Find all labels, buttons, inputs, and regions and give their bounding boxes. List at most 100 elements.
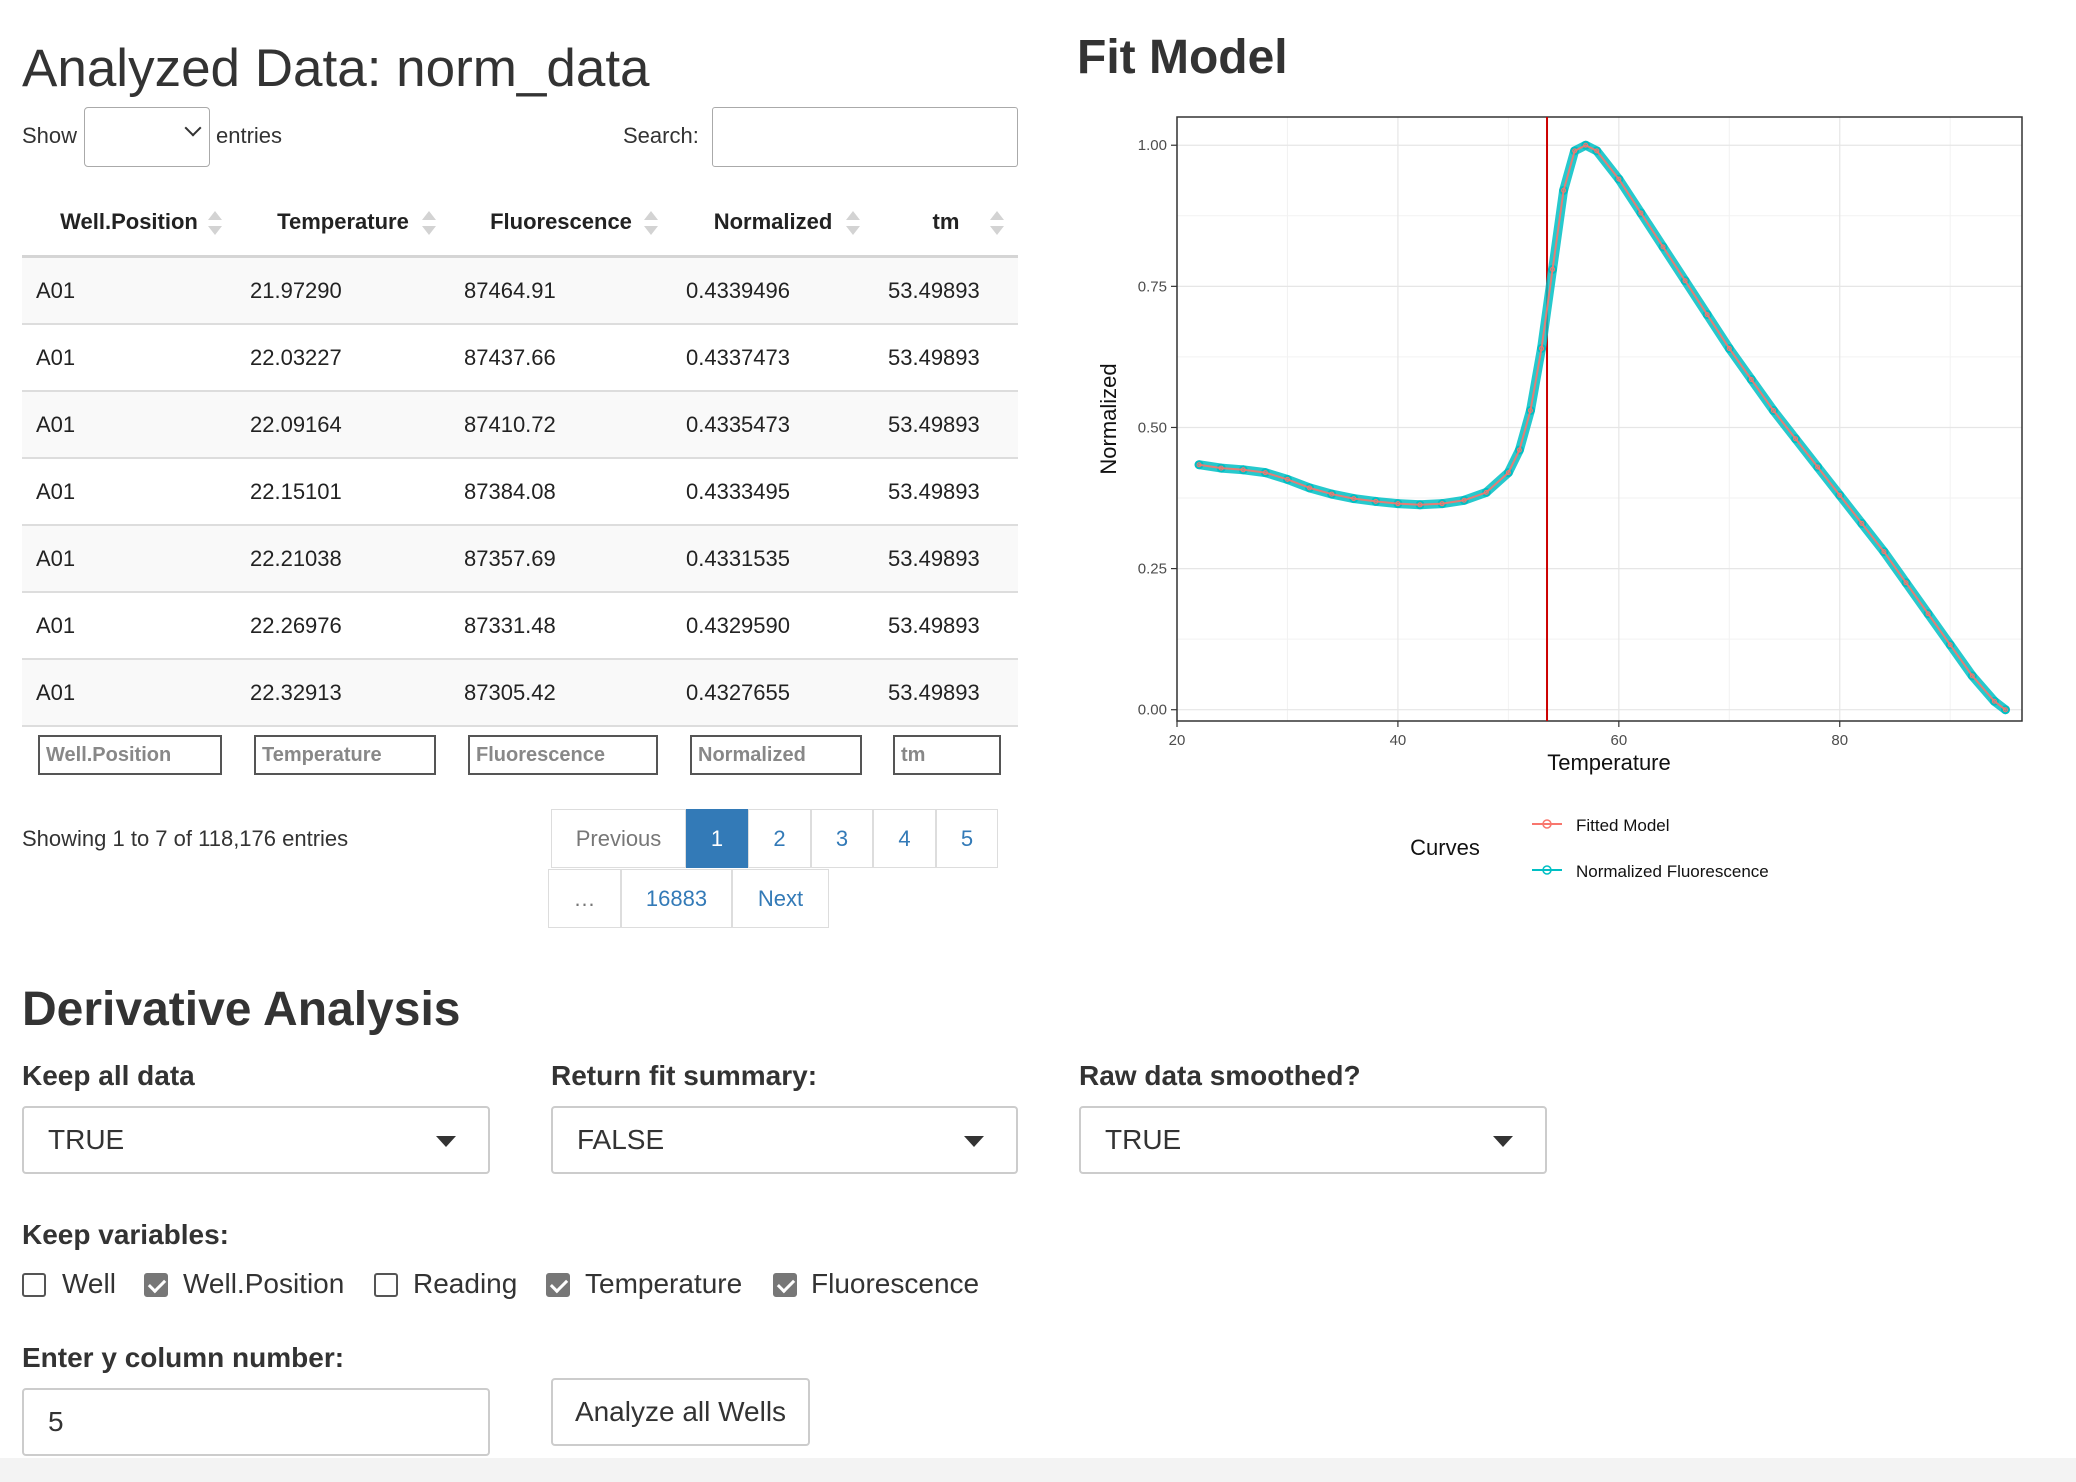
table-cell: 22.26976 <box>236 592 450 660</box>
table-cell: 21.97290 <box>236 256 450 325</box>
table-cell: 87410.72 <box>450 391 672 459</box>
x-tick-label: 20 <box>1169 732 1186 749</box>
y-column-input[interactable]: 5 <box>22 1388 490 1456</box>
table-cell: 0.4331535 <box>672 525 874 593</box>
checkbox-label-reading[interactable]: Reading <box>413 1268 517 1300</box>
plot-panel-border <box>1176 116 2023 722</box>
caret-down-icon <box>1493 1136 1513 1147</box>
y-tick-label: 0.25 <box>1138 561 1167 578</box>
keep-all-label: Keep all data <box>22 1060 195 1091</box>
checkbox-temperature[interactable] <box>546 1273 570 1297</box>
show-label: Show <box>22 123 78 148</box>
filter-input-temperature[interactable]: Temperature <box>254 735 436 775</box>
sort-icon <box>422 211 436 235</box>
column-header-label: Well.Position <box>60 209 198 234</box>
table-cell: 53.49893 <box>874 256 1018 325</box>
table-row[interactable]: A01 21.97290 87464.91 0.4339496 53.49893 <box>22 256 1018 325</box>
table-row[interactable]: A01 22.03227 87437.66 0.4337473 53.49893 <box>22 324 1018 392</box>
filter-input-fluorescence[interactable]: Fluorescence <box>468 735 658 775</box>
table-row[interactable]: A01 22.32913 87305.42 0.4327655 53.49893 <box>22 659 1018 727</box>
x-tick-label: 80 <box>1831 732 1848 749</box>
column-header-label: tm <box>932 209 960 234</box>
table-cell: 87305.42 <box>450 659 672 727</box>
sort-icon <box>846 211 860 235</box>
table-cell: 0.4335473 <box>672 391 874 459</box>
y-tick-label: 0.50 <box>1138 419 1167 436</box>
table-cell: 87357.69 <box>450 525 672 593</box>
filter-input-normalized[interactable]: Normalized <box>690 735 862 775</box>
column-header-temperature[interactable]: Temperature <box>236 189 450 258</box>
checkbox-label-well[interactable]: Well <box>62 1268 116 1300</box>
filter-input-well-position[interactable]: Well.Position <box>38 735 222 775</box>
legend-label-fitted-model: Fitted Model <box>1576 816 1670 835</box>
table-cell: 0.4327655 <box>672 659 874 727</box>
table-row[interactable]: A01 22.09164 87410.72 0.4335473 53.49893 <box>22 391 1018 459</box>
pagination-previous[interactable]: Previous <box>551 809 686 868</box>
column-header-label: Temperature <box>277 209 409 234</box>
keep-all-select[interactable]: TRUE <box>22 1106 490 1174</box>
fit-summary-label: Return fit summary: <box>551 1060 818 1091</box>
table-cell: 0.4339496 <box>672 256 874 325</box>
keep-variables-label: Keep variables: <box>22 1219 229 1250</box>
chart-grid <box>1176 117 2022 721</box>
fit-summary-select-value: FALSE <box>577 1124 665 1155</box>
table-cell: 22.32913 <box>236 659 450 727</box>
checkbox-label-fluorescence[interactable]: Fluorescence <box>811 1268 979 1300</box>
table-cell: 53.49893 <box>874 525 1018 593</box>
entries-select[interactable] <box>84 107 210 167</box>
pagination-page-1[interactable]: 1 <box>686 809 748 868</box>
y-tick-label: 1.00 <box>1138 137 1167 154</box>
data-table: Well.Position Temperature Fluorescence N… <box>22 189 1018 727</box>
checkbox-label-well-position[interactable]: Well.Position <box>183 1268 344 1300</box>
column-header-tm[interactable]: tm <box>874 189 1018 258</box>
column-header-label: Fluorescence <box>490 209 632 234</box>
sort-icon <box>208 211 222 235</box>
table-cell: 53.49893 <box>874 324 1018 392</box>
column-header-normalized[interactable]: Normalized <box>672 189 874 258</box>
smoothed-label: Raw data smoothed? <box>1079 1060 1361 1091</box>
y-column-label: Enter y column number: <box>22 1342 345 1373</box>
chart-ticks: 20 40 60 80 0.00 0.25 0.50 0.75 1.00 <box>1138 137 1848 749</box>
search-input[interactable] <box>712 107 1018 167</box>
analyze-all-wells-button[interactable]: Analyze all Wells <box>551 1378 810 1446</box>
y-column-input-value: 5 <box>48 1406 64 1437</box>
table-cell: 0.4333495 <box>672 458 874 526</box>
table-row[interactable]: A01 22.15101 87384.08 0.4333495 53.49893 <box>22 458 1018 526</box>
pagination-next[interactable]: Next <box>732 869 829 928</box>
checkbox-reading[interactable] <box>374 1273 398 1297</box>
table-cell: 53.49893 <box>874 458 1018 526</box>
page-bottom-bar <box>0 1458 2076 1482</box>
filter-input-tm[interactable]: tm <box>893 735 1001 775</box>
table-cell: 53.49893 <box>874 592 1018 660</box>
column-header-well-position[interactable]: Well.Position <box>22 189 236 258</box>
pagination-page-2[interactable]: 2 <box>748 809 811 868</box>
table-cell: 22.09164 <box>236 391 450 459</box>
derivative-section-title: Derivative Analysis <box>22 983 461 1036</box>
chevron-down-icon <box>184 119 202 137</box>
pagination-last-page[interactable]: 16883 <box>621 869 732 928</box>
column-header-fluorescence[interactable]: Fluorescence <box>450 189 672 258</box>
checkbox-fluorescence[interactable] <box>773 1273 797 1297</box>
checkbox-label-temperature[interactable]: Temperature <box>585 1268 742 1300</box>
table-cell: 22.03227 <box>236 324 450 392</box>
table-cell: 0.4329590 <box>672 592 874 660</box>
table-title: Analyzed Data: norm_data <box>22 39 650 98</box>
smoothed-select[interactable]: TRUE <box>1079 1106 1547 1174</box>
table-row[interactable]: A01 22.26976 87331.48 0.4329590 53.49893 <box>22 592 1018 660</box>
table-cell: 87331.48 <box>450 592 672 660</box>
pagination-page-3[interactable]: 3 <box>811 809 873 868</box>
caret-down-icon <box>436 1136 456 1147</box>
pagination-page-5[interactable]: 5 <box>936 809 998 868</box>
table-cell: A01 <box>22 659 236 727</box>
checkbox-well-position[interactable] <box>144 1273 168 1297</box>
fit-summary-select[interactable]: FALSE <box>551 1106 1018 1174</box>
x-tick-label: 60 <box>1610 732 1627 749</box>
pagination-page-4[interactable]: 4 <box>873 809 936 868</box>
table-row[interactable]: A01 22.21038 87357.69 0.4331535 53.49893 <box>22 525 1018 593</box>
table-cell: A01 <box>22 324 236 392</box>
keep-all-select-value: TRUE <box>48 1124 125 1155</box>
chart-panel-title: Fit Model <box>1077 31 1288 84</box>
checkbox-well[interactable] <box>22 1273 46 1297</box>
table-cell: A01 <box>22 458 236 526</box>
x-tick-label: 40 <box>1390 732 1407 749</box>
